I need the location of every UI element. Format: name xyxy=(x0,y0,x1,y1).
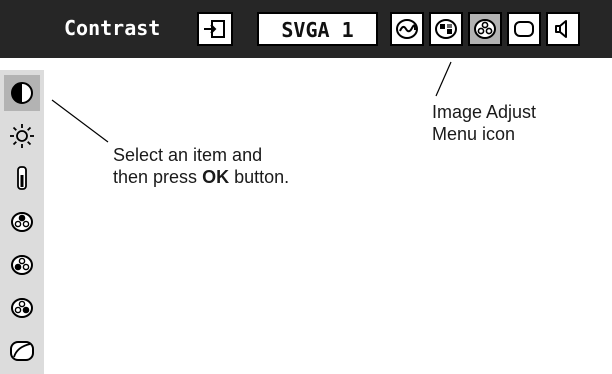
image-adjust-callout-subtitle: Menu icon xyxy=(432,124,516,144)
select-item-callout-line2: then press OK button. xyxy=(113,166,289,188)
select-item-callout-prefix: then press xyxy=(113,167,203,187)
ok-label: OK xyxy=(202,167,230,187)
callout-leader-lines xyxy=(51,61,452,143)
image-adjust-callout: Image Adjust Menu icon xyxy=(432,101,536,145)
select-item-callout-line1: Select an item and xyxy=(113,145,263,165)
image-adjust-leader-line xyxy=(435,61,452,97)
select-item-callout: Select an item and then press OK button. xyxy=(113,144,289,188)
image-adjust-callout-title: Image Adjust xyxy=(432,102,537,122)
select-item-callout-suffix: button. xyxy=(229,167,290,187)
select-item-leader-line xyxy=(51,99,109,143)
